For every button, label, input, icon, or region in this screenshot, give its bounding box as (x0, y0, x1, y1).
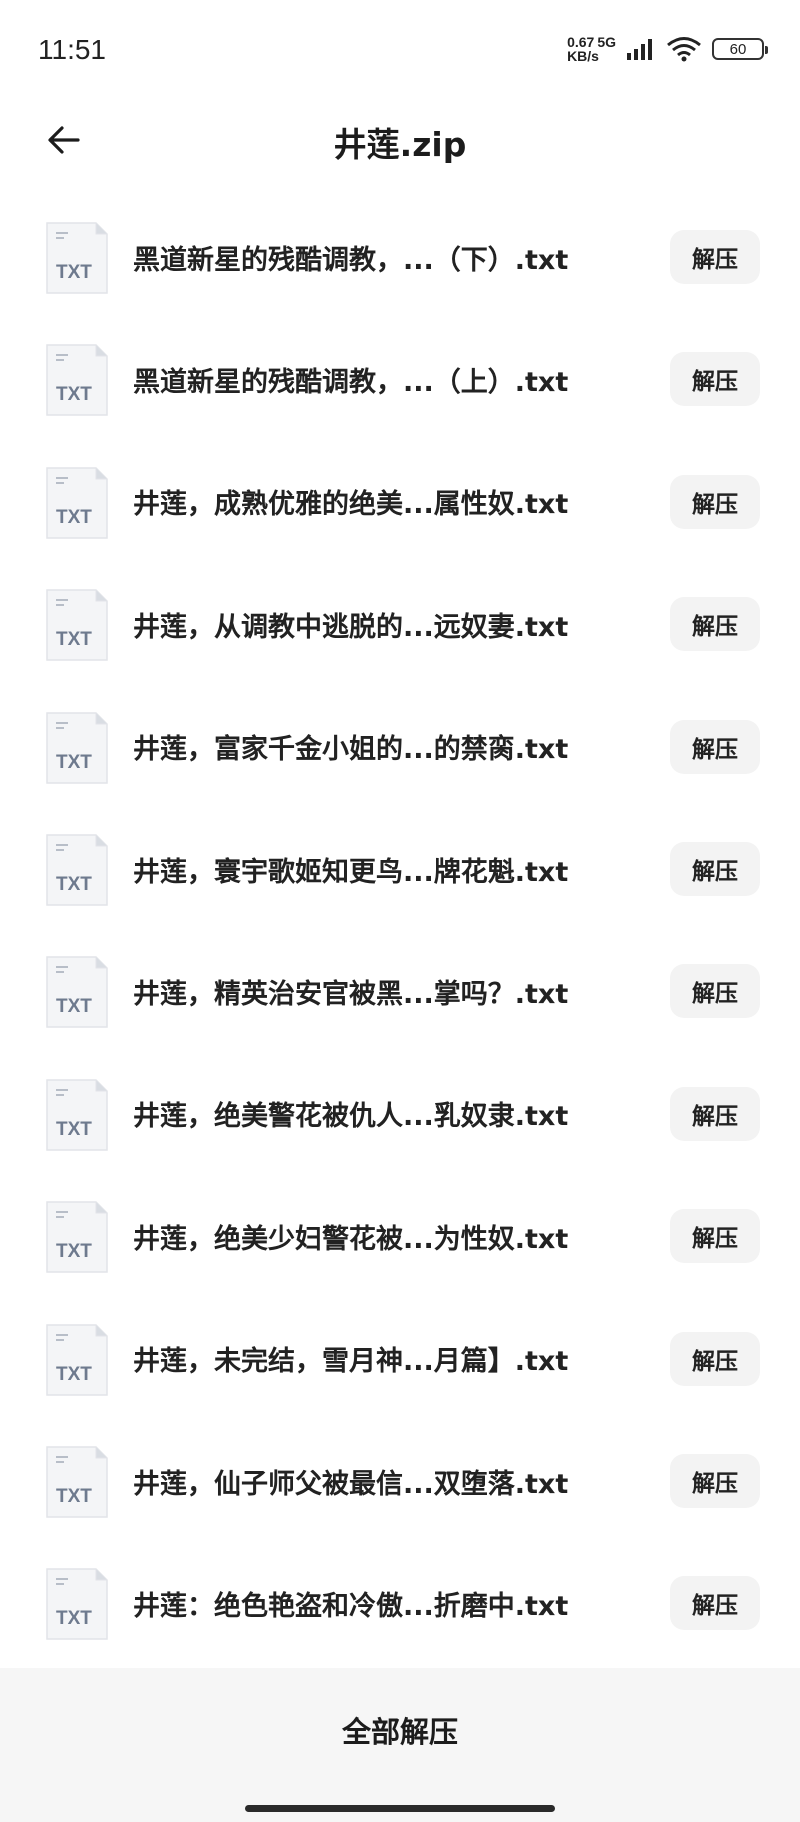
network-speed: 0.67 5G KB/s (567, 35, 616, 63)
network-speed-value: 0.67 (567, 34, 595, 50)
file-row[interactable]: TXT 井莲，未完结，雪月神...月篇】.txt 解压 (0, 1298, 800, 1420)
file-name: 井莲，未完结，雪月神...月篇】.txt (133, 1346, 569, 1378)
extract-button[interactable]: 解压 (670, 1209, 760, 1264)
extract-all-button[interactable]: 全部解压 (0, 1668, 800, 1792)
wifi-icon (667, 37, 701, 62)
file-row[interactable]: TXT 黑道新星的残酷调教，...（下）.txt 解压 (0, 196, 800, 318)
file-row[interactable]: TXT 井莲，富家千金小姐的...的禁脔.txt 解压 (0, 686, 800, 808)
file-name: 井莲，寰宇歌姬知更鸟...牌花魁.txt (133, 856, 569, 888)
file-row[interactable]: TXT 井莲，寰宇歌姬知更鸟...牌花魁.txt 解压 (0, 808, 800, 930)
battery-level: 60 (729, 40, 747, 58)
file-name: 井莲，绝美少妇警花被...为性奴.txt (133, 1223, 569, 1255)
file-row[interactable]: TXT 井莲，成熟优雅的绝美...属性奴.txt 解压 (0, 441, 800, 563)
txt-file-icon: TXT (46, 1201, 108, 1273)
extract-button[interactable]: 解压 (670, 1576, 760, 1631)
file-name: 井莲，成熟优雅的绝美...属性奴.txt (133, 489, 569, 521)
file-type-label: TXT (56, 384, 92, 405)
extract-button[interactable]: 解压 (670, 719, 760, 774)
txt-file-icon: TXT (46, 344, 108, 417)
file-type-label: TXT (56, 262, 92, 283)
extract-button[interactable]: 解压 (670, 352, 760, 407)
txt-file-icon: TXT (46, 1446, 108, 1518)
file-name: 井莲，绝美警花被仇人...乳奴隶.txt (133, 1101, 569, 1133)
extract-button[interactable]: 解压 (670, 1086, 760, 1141)
file-type-label: TXT (56, 996, 92, 1017)
file-name: 黑道新星的残酷调教，...（下）.txt (133, 244, 569, 276)
file-type-label: TXT (56, 1364, 92, 1385)
file-type-label: TXT (56, 507, 92, 528)
status-indicators: 0.67 5G KB/s 60 (567, 34, 768, 64)
file-name: 井莲，仙子师父被最信...双堕落.txt (133, 1468, 569, 1500)
network-speed-unit: KB/s (567, 48, 599, 64)
txt-file-icon: TXT (46, 589, 108, 661)
txt-file-icon: TXT (46, 711, 108, 784)
file-row[interactable]: TXT 井莲，精英治安官被黑...掌吗？.txt 解压 (0, 930, 800, 1052)
file-row[interactable]: TXT 井莲，绝美少妇警花被...为性奴.txt 解压 (0, 1175, 800, 1297)
status-time: 11:51 (38, 34, 106, 65)
extract-button[interactable]: 解压 (670, 964, 760, 1019)
file-type-label: TXT (56, 1486, 92, 1507)
extract-button[interactable]: 解压 (670, 597, 760, 652)
signal-icon (627, 39, 652, 60)
txt-file-icon: TXT (46, 834, 108, 906)
file-type-label: TXT (56, 629, 92, 650)
file-type-label: TXT (56, 874, 92, 895)
extract-button[interactable]: 解压 (670, 230, 760, 284)
txt-file-icon: TXT (46, 222, 108, 294)
extract-button[interactable]: 解压 (670, 1453, 760, 1508)
file-type-label: TXT (56, 1241, 92, 1262)
txt-file-icon: TXT (46, 1323, 108, 1396)
file-row[interactable]: TXT 井莲，仙子师父被最信...双堕落.txt 解压 (0, 1420, 800, 1542)
file-row[interactable]: TXT 井莲：绝色艳盗和冷傲...折磨中.txt 解压 (0, 1542, 800, 1664)
file-type-label: TXT (56, 1119, 92, 1140)
file-list: TXT 黑道新星的残酷调教，...（下）.txt 解压 TXT 黑道新星的残酷调教，..… (0, 196, 800, 1665)
battery-icon: 60 (712, 38, 768, 60)
txt-file-icon: TXT (46, 956, 108, 1029)
network-type: 5G (597, 34, 616, 50)
file-type-label: TXT (56, 752, 92, 773)
file-type-label: TXT (56, 1608, 92, 1629)
txt-file-icon: TXT (46, 1078, 108, 1151)
file-row[interactable]: TXT 井莲，从调教中逃脱的...远奴妻.txt 解压 (0, 563, 800, 685)
home-indicator[interactable] (245, 1805, 555, 1812)
file-name: 黑道新星的残酷调教，...（上）.txt (133, 367, 569, 399)
txt-file-icon: TXT (46, 1568, 108, 1641)
file-name: 井莲，从调教中逃脱的...远奴妻.txt (133, 611, 569, 643)
bottom-bar: 全部解压 (0, 1668, 800, 1822)
file-row[interactable]: TXT 井莲，绝美警花被仇人...乳奴隶.txt 解压 (0, 1053, 800, 1175)
page-title: 井莲.zip (333, 125, 467, 164)
extract-button[interactable]: 解压 (670, 1331, 760, 1386)
extract-button[interactable]: 解压 (670, 841, 760, 896)
file-row[interactable]: TXT 黑道新星的残酷调教，...（上）.txt 解压 (0, 318, 800, 440)
txt-file-icon: TXT (46, 467, 108, 539)
header: 井莲.zip (0, 100, 800, 180)
file-name: 井莲，富家千金小姐的...的禁脔.txt (133, 734, 569, 766)
file-name: 井莲，精英治安官被黑...掌吗？.txt (133, 979, 569, 1011)
status-bar: 11:51 0.67 5G KB/s 60 (0, 0, 800, 100)
file-name: 井莲：绝色艳盗和冷傲...折磨中.txt (133, 1590, 569, 1622)
extract-button[interactable]: 解压 (670, 474, 760, 529)
